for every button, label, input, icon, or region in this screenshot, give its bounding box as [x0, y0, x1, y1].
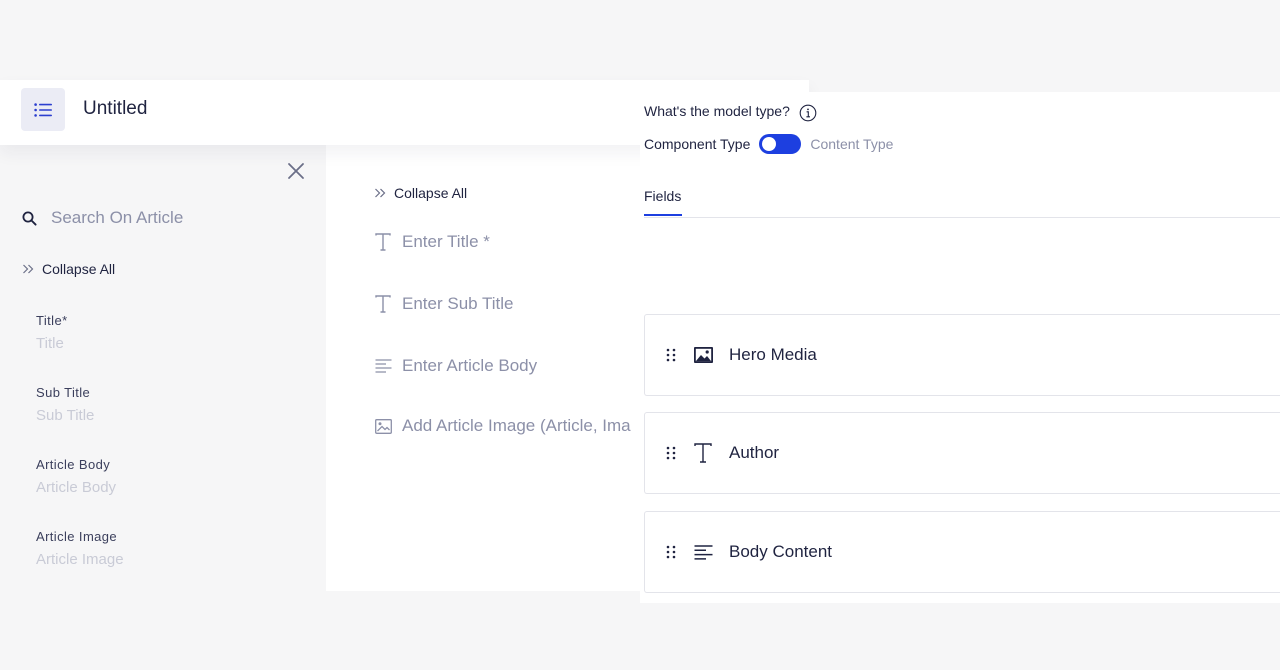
field-value: Sub Title	[36, 407, 95, 424]
article-body-placeholder: Enter Article Body	[402, 356, 538, 375]
search-icon	[22, 211, 37, 226]
field-label: Sub Title	[36, 385, 91, 400]
model-type-toggle[interactable]	[759, 134, 802, 154]
outline-field-article-body[interactable]: Article Body Article Body	[36, 457, 116, 496]
collapse-all-label: Collapse All	[394, 185, 468, 201]
text-icon	[375, 233, 391, 251]
close-icon	[288, 163, 304, 179]
drag-handle-icon[interactable]	[666, 348, 676, 362]
image-icon	[374, 418, 392, 434]
image-icon	[693, 347, 713, 363]
component-type-label: Component Type	[644, 136, 751, 152]
info-icon[interactable]	[799, 104, 817, 122]
field-card-hero-media[interactable]: Hero Media	[644, 314, 1280, 396]
field-name: Hero Media	[729, 345, 817, 364]
field-label: Article Image	[36, 529, 118, 544]
sub-title-placeholder: Enter Sub Title	[402, 294, 514, 313]
field-label: Article Body	[36, 457, 111, 472]
model-type-switch-row: Component Type Content Type	[644, 134, 893, 154]
collapse-all-label: Collapse All	[42, 261, 116, 277]
content-type-label: Content Type	[810, 136, 894, 152]
field-card-author[interactable]: Author	[644, 412, 1280, 494]
model-type-question-text: What's the model type?	[644, 103, 790, 119]
field-card-body-content[interactable]: Body Content	[644, 511, 1280, 593]
paragraph-icon	[375, 359, 391, 373]
paragraph-icon	[694, 544, 712, 560]
article-body-input[interactable]: Enter Article Body	[374, 356, 537, 376]
list-icon	[34, 102, 52, 117]
outline-field-title[interactable]: Title* Title	[36, 313, 68, 352]
sidebar-collapse-all[interactable]: Collapse All	[22, 261, 115, 277]
tab-fields[interactable]: Fields	[644, 188, 683, 216]
search-input[interactable]	[51, 208, 281, 228]
double-chevron-right-icon	[23, 264, 34, 274]
field-value: Article Body	[36, 479, 117, 496]
double-chevron-right-icon	[375, 188, 386, 198]
field-label: Title*	[36, 313, 68, 328]
model-type-question: What's the model type?	[644, 100, 817, 122]
model-settings-panel: What's the model type? Component Type Co…	[640, 92, 1280, 603]
outline-sidebar: Collapse All Title* Title Sub Title Sub …	[0, 145, 326, 595]
drag-handle-icon[interactable]	[666, 545, 676, 559]
article-editor: Collapse All Enter Title * Enter Sub Tit…	[326, 145, 640, 591]
editor-collapse-all[interactable]: Collapse All	[374, 185, 467, 201]
sidebar-search	[22, 207, 302, 229]
sub-title-input[interactable]: Enter Sub Title	[374, 294, 514, 314]
close-sidebar-button[interactable]	[286, 161, 306, 181]
article-image-placeholder: Add Article Image (Article, Ima	[402, 416, 631, 435]
title-input[interactable]: Enter Title *	[374, 232, 490, 252]
text-icon	[694, 443, 712, 463]
document-title[interactable]: Untitled	[83, 98, 147, 120]
article-image-input[interactable]: Add Article Image (Article, Ima	[374, 416, 631, 436]
drag-handle-icon[interactable]	[666, 446, 676, 460]
text-icon	[375, 295, 391, 313]
toggle-knob	[762, 137, 777, 151]
panel-tabs: Fields	[644, 188, 1280, 218]
menu-button[interactable]	[21, 88, 65, 131]
field-value: Title	[36, 335, 64, 352]
outline-field-article-image[interactable]: Article Image Article Image	[36, 529, 124, 568]
title-placeholder: Enter Title *	[402, 232, 490, 251]
field-value: Article Image	[36, 551, 124, 568]
outline-field-sub-title[interactable]: Sub Title Sub Title	[36, 385, 94, 424]
field-name: Author	[729, 443, 780, 462]
field-name: Body Content	[729, 542, 833, 561]
